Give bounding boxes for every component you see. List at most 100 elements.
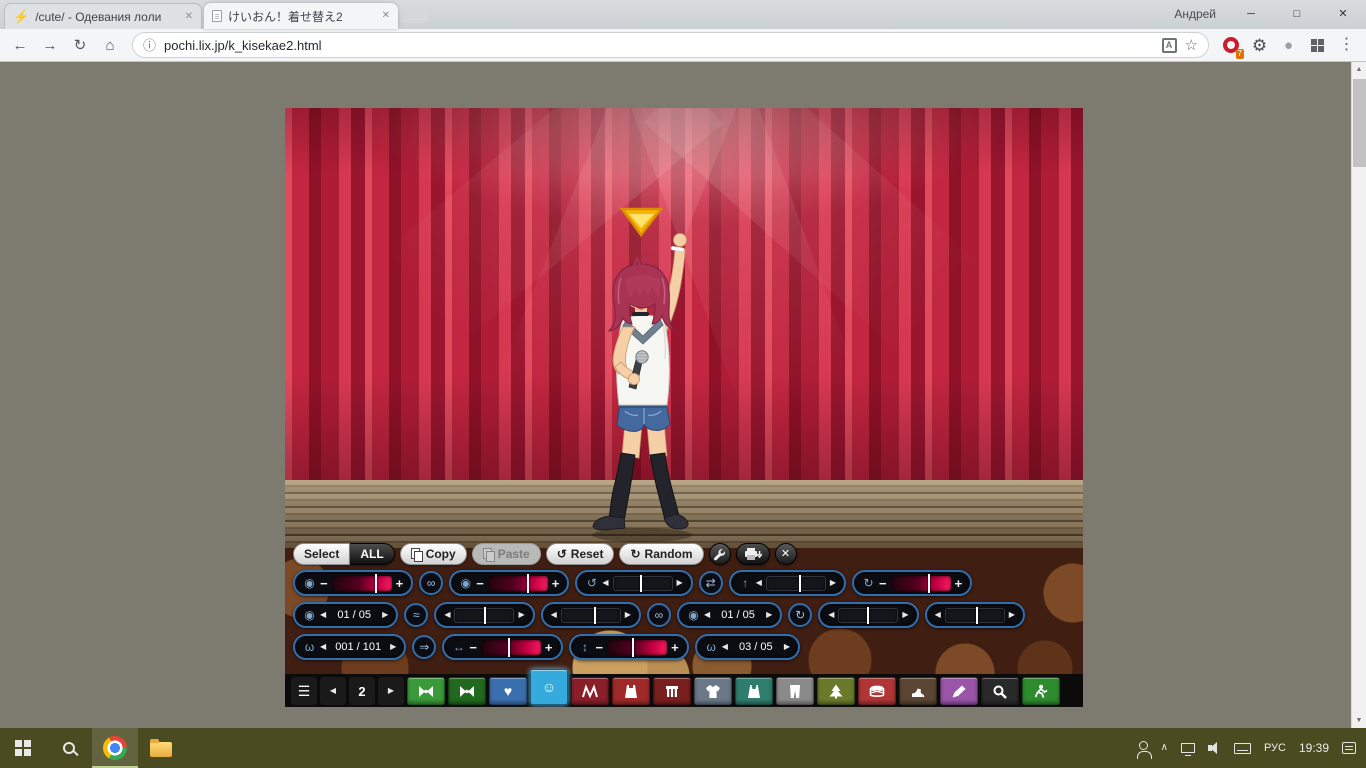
step-left-button[interactable]: ◀	[756, 579, 762, 587]
scroll-up-button[interactable]: ▲	[1352, 62, 1366, 77]
mouth-width-slider[interactable]	[480, 637, 541, 657]
random-button[interactable]: ↻ Random	[619, 543, 704, 565]
decrease-button[interactable]: −	[320, 577, 328, 590]
action-center-icon[interactable]	[1342, 742, 1356, 754]
scroll-down-button[interactable]: ▼	[1352, 713, 1366, 728]
step-right-button[interactable]: ▶	[902, 611, 908, 619]
brow-size-slider[interactable]	[838, 606, 899, 624]
increase-button[interactable]: +	[396, 577, 404, 590]
brow-curve-slider[interactable]	[944, 606, 1005, 624]
minimize-button[interactable]: ─	[1228, 0, 1274, 29]
brow-angle-slider[interactable]	[560, 606, 621, 624]
reload-button[interactable]: ↻	[66, 31, 94, 59]
swap-eyes-button[interactable]: ⇄	[698, 571, 723, 595]
link-brows-button[interactable]: ∞	[646, 603, 671, 627]
translate-icon[interactable]: A	[1161, 37, 1177, 53]
prev-button[interactable]: ◀	[704, 611, 710, 619]
eye-color-slider[interactable]	[331, 573, 392, 593]
scrollbar-thumb[interactable]	[1353, 79, 1366, 167]
back-button[interactable]: ←	[6, 31, 34, 59]
tab-comb[interactable]	[653, 677, 691, 705]
step-left-button[interactable]: ◀	[551, 611, 557, 619]
iris-color-slider[interactable]	[890, 573, 951, 593]
page-prev-button[interactable]: ◀	[320, 677, 346, 705]
speaker-icon[interactable]	[1207, 742, 1221, 754]
browser-tab-cute[interactable]: ⚡ /cute/ - Одевания лоли ✕	[4, 3, 202, 29]
step-right-button[interactable]: ▶	[518, 611, 524, 619]
tab-hair[interactable]	[571, 677, 609, 705]
step-right-button[interactable]: ▶	[830, 579, 836, 587]
tab-pose[interactable]	[1022, 677, 1060, 705]
language-indicator[interactable]: РУС	[1264, 742, 1286, 754]
page-scrollbar[interactable]: ▲ ▼	[1351, 62, 1366, 728]
next-button[interactable]: ▶	[390, 643, 396, 651]
tab-top[interactable]	[612, 677, 650, 705]
extension-grid-button[interactable]	[1304, 32, 1331, 59]
tab-edit[interactable]	[940, 677, 978, 705]
bookmark-star-icon[interactable]: ☆	[1185, 38, 1198, 53]
keyboard-icon[interactable]	[1233, 742, 1251, 754]
url-text[interactable]: pochi.lix.jp/k_kisekae2.html	[164, 38, 1154, 53]
select-button[interactable]: Select	[293, 543, 351, 565]
step-left-button[interactable]: ◀	[602, 579, 608, 587]
step-left-button[interactable]: ◀	[935, 611, 941, 619]
address-bar[interactable]: ⓘ pochi.lix.jp/k_kisekae2.html A ☆	[132, 32, 1209, 58]
tab-tree[interactable]	[817, 677, 855, 705]
taskbar-search-button[interactable]	[46, 728, 92, 768]
next-button[interactable]: ▶	[766, 611, 772, 619]
tab-dress[interactable]	[735, 677, 773, 705]
start-button[interactable]	[0, 728, 46, 768]
tab-shirt[interactable]	[694, 677, 732, 705]
tab-zoom[interactable]	[981, 677, 1019, 705]
prev-button[interactable]: ◀	[320, 611, 326, 619]
brow-button[interactable]: ≈	[404, 603, 429, 627]
decrease-button[interactable]: −	[596, 641, 604, 654]
step-right-button[interactable]: ▶	[625, 611, 631, 619]
maximize-button[interactable]: □	[1274, 0, 1320, 29]
next-button[interactable]: ▶	[382, 611, 388, 619]
forward-button[interactable]: →	[36, 31, 64, 59]
people-icon[interactable]	[1136, 740, 1152, 759]
taskbar-explorer-button[interactable]	[138, 728, 184, 768]
tab-drum[interactable]	[858, 677, 896, 705]
tab-pants[interactable]	[776, 677, 814, 705]
eye-color-slider[interactable]	[487, 573, 548, 593]
tab-heart[interactable]: ♥	[489, 677, 527, 705]
extension-opera-button[interactable]: 7	[1217, 32, 1244, 59]
copy-button[interactable]: Copy	[399, 543, 467, 565]
home-button[interactable]: ⌂	[96, 31, 124, 59]
select-all-button[interactable]: ALL	[350, 543, 395, 565]
prev-button[interactable]: ◀	[722, 643, 728, 651]
close-window-button[interactable]: ✕	[1320, 0, 1366, 29]
tray-chevron-icon[interactable]: ∧	[1161, 743, 1168, 753]
prev-button[interactable]: ◀	[320, 643, 326, 651]
step-left-button[interactable]: ◀	[828, 611, 834, 619]
tab-shoes[interactable]	[899, 677, 937, 705]
clock[interactable]: 19:39	[1299, 741, 1329, 755]
decrease-button[interactable]: −	[879, 577, 887, 590]
step-right-button[interactable]: ▶	[677, 579, 683, 587]
tab-bow[interactable]	[448, 677, 486, 705]
extension-gear-button[interactable]: ⚙	[1246, 32, 1273, 59]
tools-button[interactable]	[708, 543, 731, 565]
decrease-button[interactable]: −	[469, 641, 477, 654]
tab-close-icon[interactable]: ✕	[382, 11, 390, 21]
taskbar-chrome-button[interactable]	[92, 728, 138, 768]
tab-close-icon[interactable]: ✕	[185, 11, 193, 22]
browser-tab-kisekae[interactable]: けいおん！着せ替え2 ✕	[204, 3, 398, 29]
close-panel-button[interactable]: ✕	[774, 543, 797, 565]
reset-button[interactable]: ↺ Reset	[545, 543, 615, 565]
eye-angle-slider[interactable]	[612, 574, 673, 592]
mouth-height-slider[interactable]	[607, 637, 668, 657]
brow-position-slider[interactable]	[454, 606, 515, 624]
next-button[interactable]: ▶	[784, 643, 790, 651]
extension-circle-button[interactable]: ●	[1275, 32, 1302, 59]
menu-tab[interactable]: ☰	[291, 677, 317, 705]
increase-button[interactable]: +	[955, 577, 963, 590]
new-tab-button[interactable]	[401, 6, 435, 23]
increase-button[interactable]: +	[545, 641, 553, 654]
link-eyes-button[interactable]: ∞	[419, 571, 444, 595]
page-next-button[interactable]: ▶	[378, 677, 404, 705]
step-left-button[interactable]: ◀	[444, 611, 450, 619]
tab-ribbon[interactable]	[407, 677, 445, 705]
